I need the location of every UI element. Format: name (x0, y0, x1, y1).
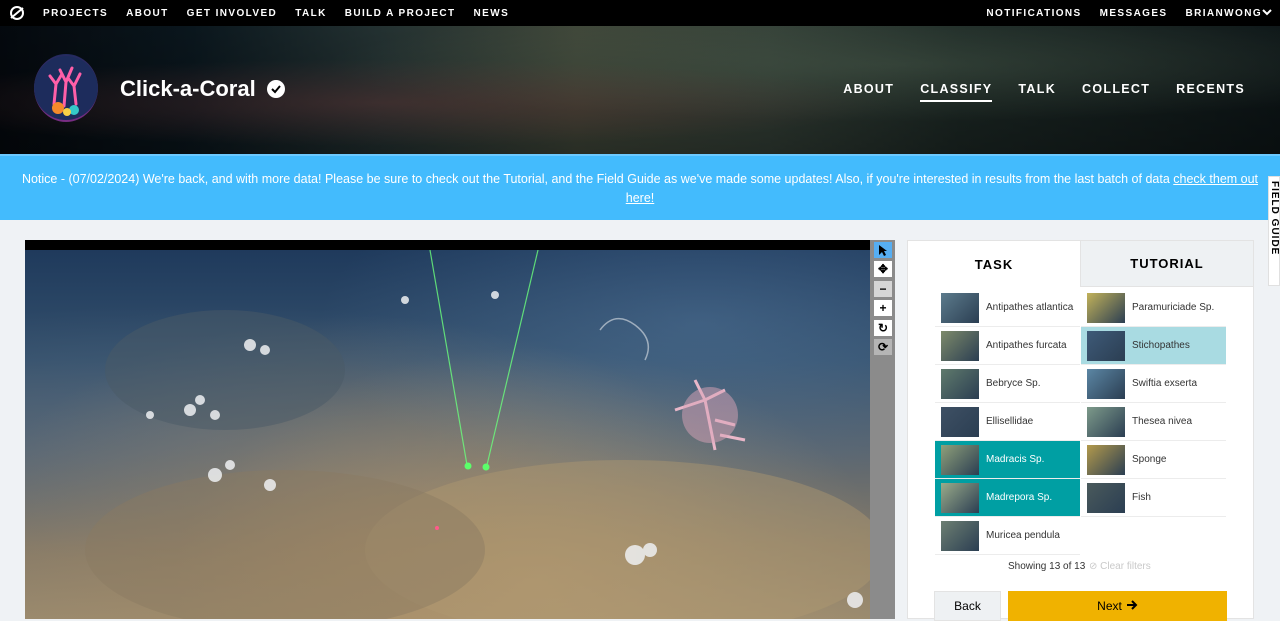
choice-label: Stichopathes (1132, 340, 1190, 351)
field-guide-label: FIELD GUIDE (1269, 181, 1280, 256)
move-icon[interactable]: ✥ (874, 261, 892, 277)
zoom-in-icon[interactable]: + (874, 300, 892, 316)
choice-item[interactable]: Thesea nivea (1081, 403, 1226, 441)
choice-label: Swiftia exserta (1132, 378, 1198, 389)
choice-label: Sponge (1132, 454, 1167, 465)
choice-thumbnail (941, 292, 979, 323)
arrow-right-icon (1126, 599, 1138, 613)
notice-text: Notice - (07/02/2024) We're back, and wi… (21, 172, 1174, 186)
choice-item[interactable]: Madracis Sp. (935, 441, 1080, 479)
project-nav-collect[interactable]: COLLECT (1082, 82, 1150, 102)
choice-thumbnail (1087, 444, 1125, 475)
choice-thumbnail (941, 520, 979, 551)
rotate-icon[interactable]: ↻ (874, 320, 892, 336)
choice-item[interactable]: Stichopathes (1081, 327, 1226, 365)
choice-label: Madracis Sp. (986, 454, 1045, 465)
choice-item[interactable]: Antipathes furcata (935, 327, 1080, 365)
tab-task[interactable]: TASK (908, 241, 1080, 287)
choice-item[interactable]: Sponge (1081, 441, 1226, 479)
choice-thumbnail (1087, 368, 1125, 399)
showing-count: Showing 13 of 13 (1008, 561, 1086, 572)
clear-filters-label: Clear filters (1100, 561, 1151, 572)
choice-item[interactable]: Antipathes atlantica (935, 289, 1080, 327)
next-label: Next (1097, 599, 1122, 613)
task-tabs: TASK TUTORIAL (908, 241, 1253, 287)
project-nav-talk[interactable]: TALK (1018, 82, 1056, 102)
tab-tutorial[interactable]: TUTORIAL (1080, 241, 1253, 287)
nav-news[interactable]: NEWS (465, 8, 519, 19)
zoom-out-icon[interactable]: − (874, 281, 892, 297)
choice-thumbnail (1087, 292, 1125, 323)
choice-label: Thesea nivea (1132, 416, 1193, 427)
choice-label: Madrepora Sp. (986, 492, 1053, 503)
nav-build-a-project[interactable]: BUILD A PROJECT (336, 8, 465, 19)
viewer-toolbar: ✥ − + ↻ ⟳ (870, 240, 895, 619)
choice-label: Antipathes furcata (986, 340, 1067, 351)
site-navbar: PROJECTS ABOUT GET INVOLVED TALK BUILD A… (0, 0, 1280, 26)
choice-item[interactable]: Ellisellidae (935, 403, 1080, 441)
nav-talk[interactable]: TALK (286, 8, 336, 19)
choice-item[interactable]: Swiftia exserta (1081, 365, 1226, 403)
back-button[interactable]: Back (934, 591, 1001, 621)
nav-about[interactable]: ABOUT (117, 8, 178, 19)
choice-label: Fish (1132, 492, 1151, 503)
project-nav-about[interactable]: ABOUT (843, 82, 894, 102)
field-guide-tab[interactable]: FIELD GUIDE (1268, 176, 1280, 286)
choice-thumbnail (941, 406, 979, 437)
choice-label: Bebryce Sp. (986, 378, 1041, 389)
clear-filters-button[interactable]: ⊘ Clear filters (1089, 561, 1151, 572)
nav-notifications[interactable]: NOTIFICATIONS (977, 8, 1090, 19)
choice-label: Ellisellidae (986, 416, 1034, 427)
choice-label: Paramuriciade Sp. (1132, 302, 1215, 313)
choice-label: Muricea pendula (986, 530, 1060, 541)
choice-thumbnail (941, 482, 979, 513)
subject-image[interactable] (25, 249, 870, 619)
choice-item[interactable]: Muricea pendula (935, 517, 1080, 555)
choice-label: Antipathes atlantica (986, 302, 1074, 313)
nav-messages[interactable]: MESSAGES (1091, 8, 1177, 19)
chevron-down-icon[interactable] (1262, 8, 1272, 18)
nav-get-involved[interactable]: GET INVOLVED (178, 8, 287, 19)
choice-thumbnail (1087, 406, 1125, 437)
reset-icon[interactable]: ⟳ (874, 339, 892, 355)
project-nav-recents[interactable]: RECENTS (1176, 82, 1245, 102)
notice-banner: Notice - (07/02/2024) We're back, and wi… (0, 154, 1280, 220)
choice-thumbnail (1087, 482, 1125, 513)
clear-filters-icon: ⊘ (1089, 561, 1098, 572)
next-button[interactable]: Next (1008, 591, 1227, 621)
subject-viewer[interactable] (25, 240, 870, 619)
project-nav: ABOUT CLASSIFY TALK COLLECT RECENTS (843, 82, 1245, 102)
choice-thumbnail (941, 368, 979, 399)
zooniverse-logo-icon[interactable] (0, 0, 34, 26)
project-nav-classify[interactable]: CLASSIFY (920, 82, 993, 102)
username: BRIANWONG (1185, 7, 1262, 19)
nav-projects[interactable]: PROJECTS (34, 8, 117, 19)
choice-item[interactable]: Paramuriciade Sp. (1081, 289, 1226, 327)
choice-item[interactable]: Fish (1081, 479, 1226, 517)
choice-thumbnail (941, 330, 979, 361)
choice-item[interactable]: Bebryce Sp. (935, 365, 1080, 403)
project-title[interactable]: Click-a-Coral (120, 76, 256, 102)
project-avatar[interactable] (34, 54, 98, 122)
task-panel: TASK TUTORIAL Antipathes atlantica Paramu… (907, 240, 1254, 619)
choice-item[interactable]: Madrepora Sp. (935, 479, 1080, 517)
verified-badge-icon (267, 80, 285, 98)
user-menu[interactable]: BRIANWONG (1177, 8, 1262, 19)
choice-thumbnail (1087, 330, 1125, 361)
pointer-icon[interactable] (874, 242, 892, 258)
project-header: Click-a-Coral ABOUT CLASSIFY TALK COLLEC… (0, 26, 1280, 154)
choice-thumbnail (941, 444, 979, 475)
